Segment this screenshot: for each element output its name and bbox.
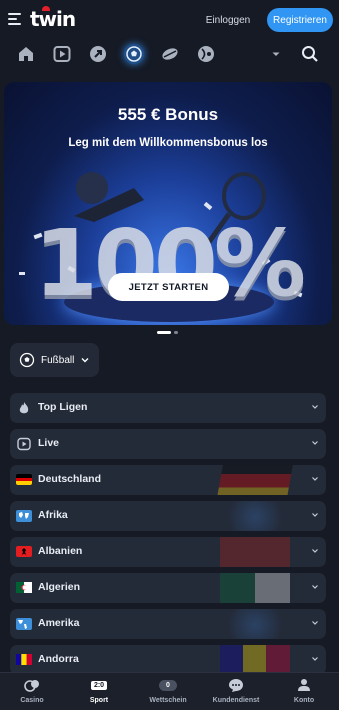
tennis-icon[interactable]	[196, 44, 216, 64]
bottom-nav-sport[interactable]: 2:0 Sport	[69, 677, 129, 709]
bottom-nav-label: Konto	[293, 697, 315, 704]
betslip-count-badge: 0	[159, 679, 177, 691]
fire-icon	[16, 400, 32, 415]
sport-selector[interactable]: Fußball	[10, 343, 99, 377]
world-map-icon	[16, 508, 32, 523]
category-albania[interactable]: Albanien	[10, 537, 326, 567]
user-icon	[297, 677, 311, 693]
search-icon[interactable]	[300, 44, 320, 64]
scoreboard-icon: 2:0	[90, 677, 108, 693]
chevron-down-icon	[81, 358, 89, 363]
live-play-icon[interactable]	[52, 44, 72, 64]
ice-hockey-puck-icon[interactable]	[160, 44, 180, 64]
promo-banner[interactable]: 100% 555 € Bonus Leg mit dem Willkommens…	[4, 82, 332, 325]
sport-selector-label: Fußball	[41, 354, 75, 366]
banner-title: 555 € Bonus	[117, 105, 219, 124]
banner-subtitle: Leg mit dem Willkommensbonus los	[68, 137, 268, 149]
carousel-indicator	[157, 331, 178, 334]
score-badge: 2:0	[90, 680, 108, 690]
category-germany[interactable]: Deutschland	[10, 465, 326, 495]
betslip-icon: 0	[159, 677, 177, 693]
sport-nav	[0, 40, 339, 70]
chevron-down-icon	[312, 405, 318, 409]
category-label: Deutschland	[38, 473, 102, 485]
map-background-decoration	[220, 609, 290, 639]
soccer-ball-icon[interactable]	[124, 44, 144, 64]
flag-background-decoration	[216, 465, 294, 495]
flag-albania-icon	[16, 544, 32, 559]
category-label: Albanien	[38, 545, 83, 557]
bottom-nav: Casino 2:0 Sport 0 Wettschein Kundendien…	[0, 672, 339, 710]
soccer-ball-icon	[19, 352, 35, 368]
chevron-down-icon	[312, 441, 318, 445]
bottom-nav-label: Sport	[89, 697, 109, 704]
category-algeria[interactable]: Algerien	[10, 573, 326, 603]
bottom-nav-support[interactable]: Kundendienst	[206, 677, 266, 709]
carousel-dot-2[interactable]	[174, 331, 178, 334]
category-america[interactable]: Amerika	[10, 609, 326, 639]
chevron-down-icon	[312, 657, 318, 661]
bottom-nav-label: Wettschein	[149, 697, 187, 704]
world-map-icon	[16, 616, 32, 631]
chevron-down-icon	[312, 513, 318, 517]
chevron-down-icon	[312, 477, 318, 481]
category-label: Amerika	[38, 617, 80, 629]
home-icon[interactable]	[16, 44, 36, 64]
casino-chips-icon	[23, 677, 41, 693]
flag-background-decoration	[220, 537, 290, 567]
bottom-nav-label: Kundendienst	[212, 697, 260, 704]
flag-germany-icon	[16, 472, 32, 487]
bottom-nav-label: Casino	[20, 697, 44, 704]
category-label: Top Ligen	[38, 401, 88, 413]
category-label: Algerien	[38, 581, 81, 593]
flag-algeria-icon	[16, 580, 32, 595]
chevron-down-icon	[312, 621, 318, 625]
start-now-button[interactable]: JETZT STARTEN	[108, 273, 229, 301]
register-button[interactable]: Registrieren	[267, 8, 333, 32]
bottom-nav-betslip[interactable]: 0 Wettschein	[138, 677, 198, 709]
up-arrow-icon[interactable]	[88, 44, 108, 64]
bottom-nav-casino[interactable]: Casino	[2, 677, 62, 709]
category-top-leagues[interactable]: Top Ligen	[10, 393, 326, 423]
login-button[interactable]: Einloggen	[196, 9, 260, 31]
chevron-down-icon[interactable]	[266, 44, 286, 64]
category-label: Andorra	[38, 653, 79, 665]
flag-background-decoration	[220, 645, 290, 675]
category-label: Afrika	[38, 509, 68, 521]
live-play-icon	[16, 436, 32, 451]
chevron-down-icon	[312, 585, 318, 589]
bottom-nav-account[interactable]: Konto	[274, 677, 334, 709]
chat-bubble-icon	[228, 677, 244, 693]
category-andorra[interactable]: Andorra	[10, 645, 326, 675]
category-live[interactable]: Live	[10, 429, 326, 459]
category-label: Live	[38, 437, 60, 449]
flag-andorra-icon	[16, 652, 32, 667]
chevron-down-icon	[312, 549, 318, 553]
flag-background-decoration	[220, 573, 290, 603]
hamburger-menu-icon[interactable]	[8, 13, 21, 25]
map-background-decoration	[220, 501, 290, 531]
category-africa[interactable]: Afrika	[10, 501, 326, 531]
carousel-dot-1[interactable]	[157, 331, 171, 334]
header: twin Einloggen Registrieren	[0, 0, 339, 40]
twin-logo[interactable]: twin	[30, 7, 76, 31]
